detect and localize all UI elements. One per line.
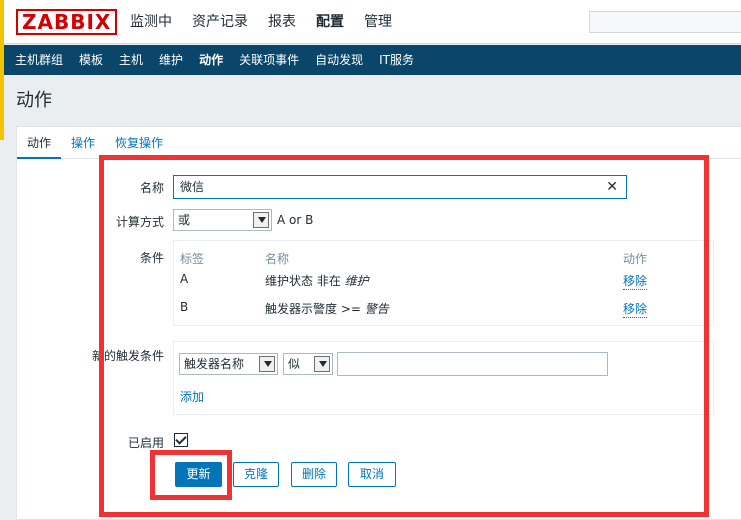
tab-recovery-operations[interactable]: 恢复操作 (105, 127, 173, 159)
calculation-formula: A or B (277, 213, 314, 227)
clear-icon[interactable]: ✕ (606, 179, 618, 195)
tab-operations[interactable]: 操作 (61, 127, 105, 159)
tab-bar: 动作 操作 恢复操作 (17, 127, 741, 159)
new-condition-operator-value: 似 (288, 357, 301, 371)
new-condition-type-select[interactable]: 触发器名称 (179, 353, 278, 375)
new-condition-value-input[interactable] (337, 352, 608, 376)
main-menu: 监测中 资产记录 报表 配置 管理 (120, 0, 402, 44)
submenu-item-discovery[interactable]: 自动发现 (307, 45, 371, 75)
submenu-item-it-services[interactable]: IT服务 (371, 45, 422, 75)
conditions-label: 条件 (139, 251, 164, 265)
condition-b-tag: B (180, 300, 189, 314)
calculation-select-value: 或 (178, 213, 191, 227)
new-condition-type-value: 触发器名称 (184, 357, 245, 371)
menu-item-monitoring[interactable]: 监测中 (120, 0, 182, 44)
calculation-label: 计算方式 (115, 215, 164, 229)
condition-a-name-value: 维护 (344, 274, 369, 288)
chevron-down-icon (259, 356, 275, 372)
submenu-item-event-correlation[interactable]: 关联项事件 (231, 45, 307, 75)
submenu-item-templates[interactable]: 模板 (71, 45, 111, 75)
condition-a-name-prefix: 维护状态 非在 (265, 274, 341, 288)
left-accent-strip (0, 0, 4, 140)
conditions-header-action: 动作 (623, 252, 648, 266)
condition-b-name: 触发器示警度 >= 警告 (265, 300, 389, 317)
submenu-item-hosts[interactable]: 主机 (111, 45, 151, 75)
conditions-header-tag: 标签 (180, 252, 205, 266)
condition-a-remove-link[interactable]: 移除 (623, 272, 648, 290)
menu-item-configuration[interactable]: 配置 (306, 0, 354, 44)
name-field[interactable]: 微信 ✕ (173, 175, 627, 199)
menu-item-reports[interactable]: 报表 (258, 0, 306, 44)
enabled-checkbox[interactable] (174, 433, 188, 447)
condition-a-tag: A (180, 272, 189, 286)
calculation-select[interactable]: 或 (173, 209, 272, 231)
sub-menu: 主机群组 模板 主机 维护 动作 关联项事件 自动发现 IT服务 (0, 45, 741, 75)
add-condition-link[interactable]: 添加 (180, 388, 204, 405)
chevron-down-icon (314, 356, 330, 372)
menu-item-administration[interactable]: 管理 (354, 0, 402, 44)
condition-a-name: 维护状态 非在 维护 (265, 272, 369, 289)
submenu-item-host-groups[interactable]: 主机群组 (0, 45, 71, 75)
page-title: 动作 (16, 90, 52, 111)
condition-b-remove-link[interactable]: 移除 (623, 300, 648, 318)
delete-button[interactable]: 删除 (291, 462, 337, 487)
name-label: 名称 (139, 181, 164, 195)
enabled-label: 已启用 (127, 436, 164, 450)
conditions-header-name: 名称 (265, 252, 290, 266)
submenu-item-actions[interactable]: 动作 (191, 45, 231, 75)
search-input[interactable] (589, 11, 741, 33)
name-field-value: 微信 (180, 180, 205, 194)
clone-button[interactable]: 克隆 (233, 462, 279, 487)
condition-b-name-value: 警告 (364, 302, 389, 316)
new-condition-operator-select[interactable]: 似 (283, 353, 333, 375)
top-header: ZABBIX 监测中 资产记录 报表 配置 管理 (0, 0, 741, 44)
condition-b-name-prefix: 触发器示警度 >= (265, 302, 361, 316)
chevron-down-icon (253, 212, 269, 228)
menu-item-inventory[interactable]: 资产记录 (182, 0, 258, 44)
submenu-item-maintenance[interactable]: 维护 (151, 45, 191, 75)
new-condition-label: 新的触发条件 (91, 349, 164, 363)
update-button[interactable]: 更新 (175, 462, 222, 487)
tab-action[interactable]: 动作 (17, 127, 62, 159)
cancel-button[interactable]: 取消 (348, 462, 396, 487)
zabbix-logo[interactable]: ZABBIX (16, 9, 118, 35)
